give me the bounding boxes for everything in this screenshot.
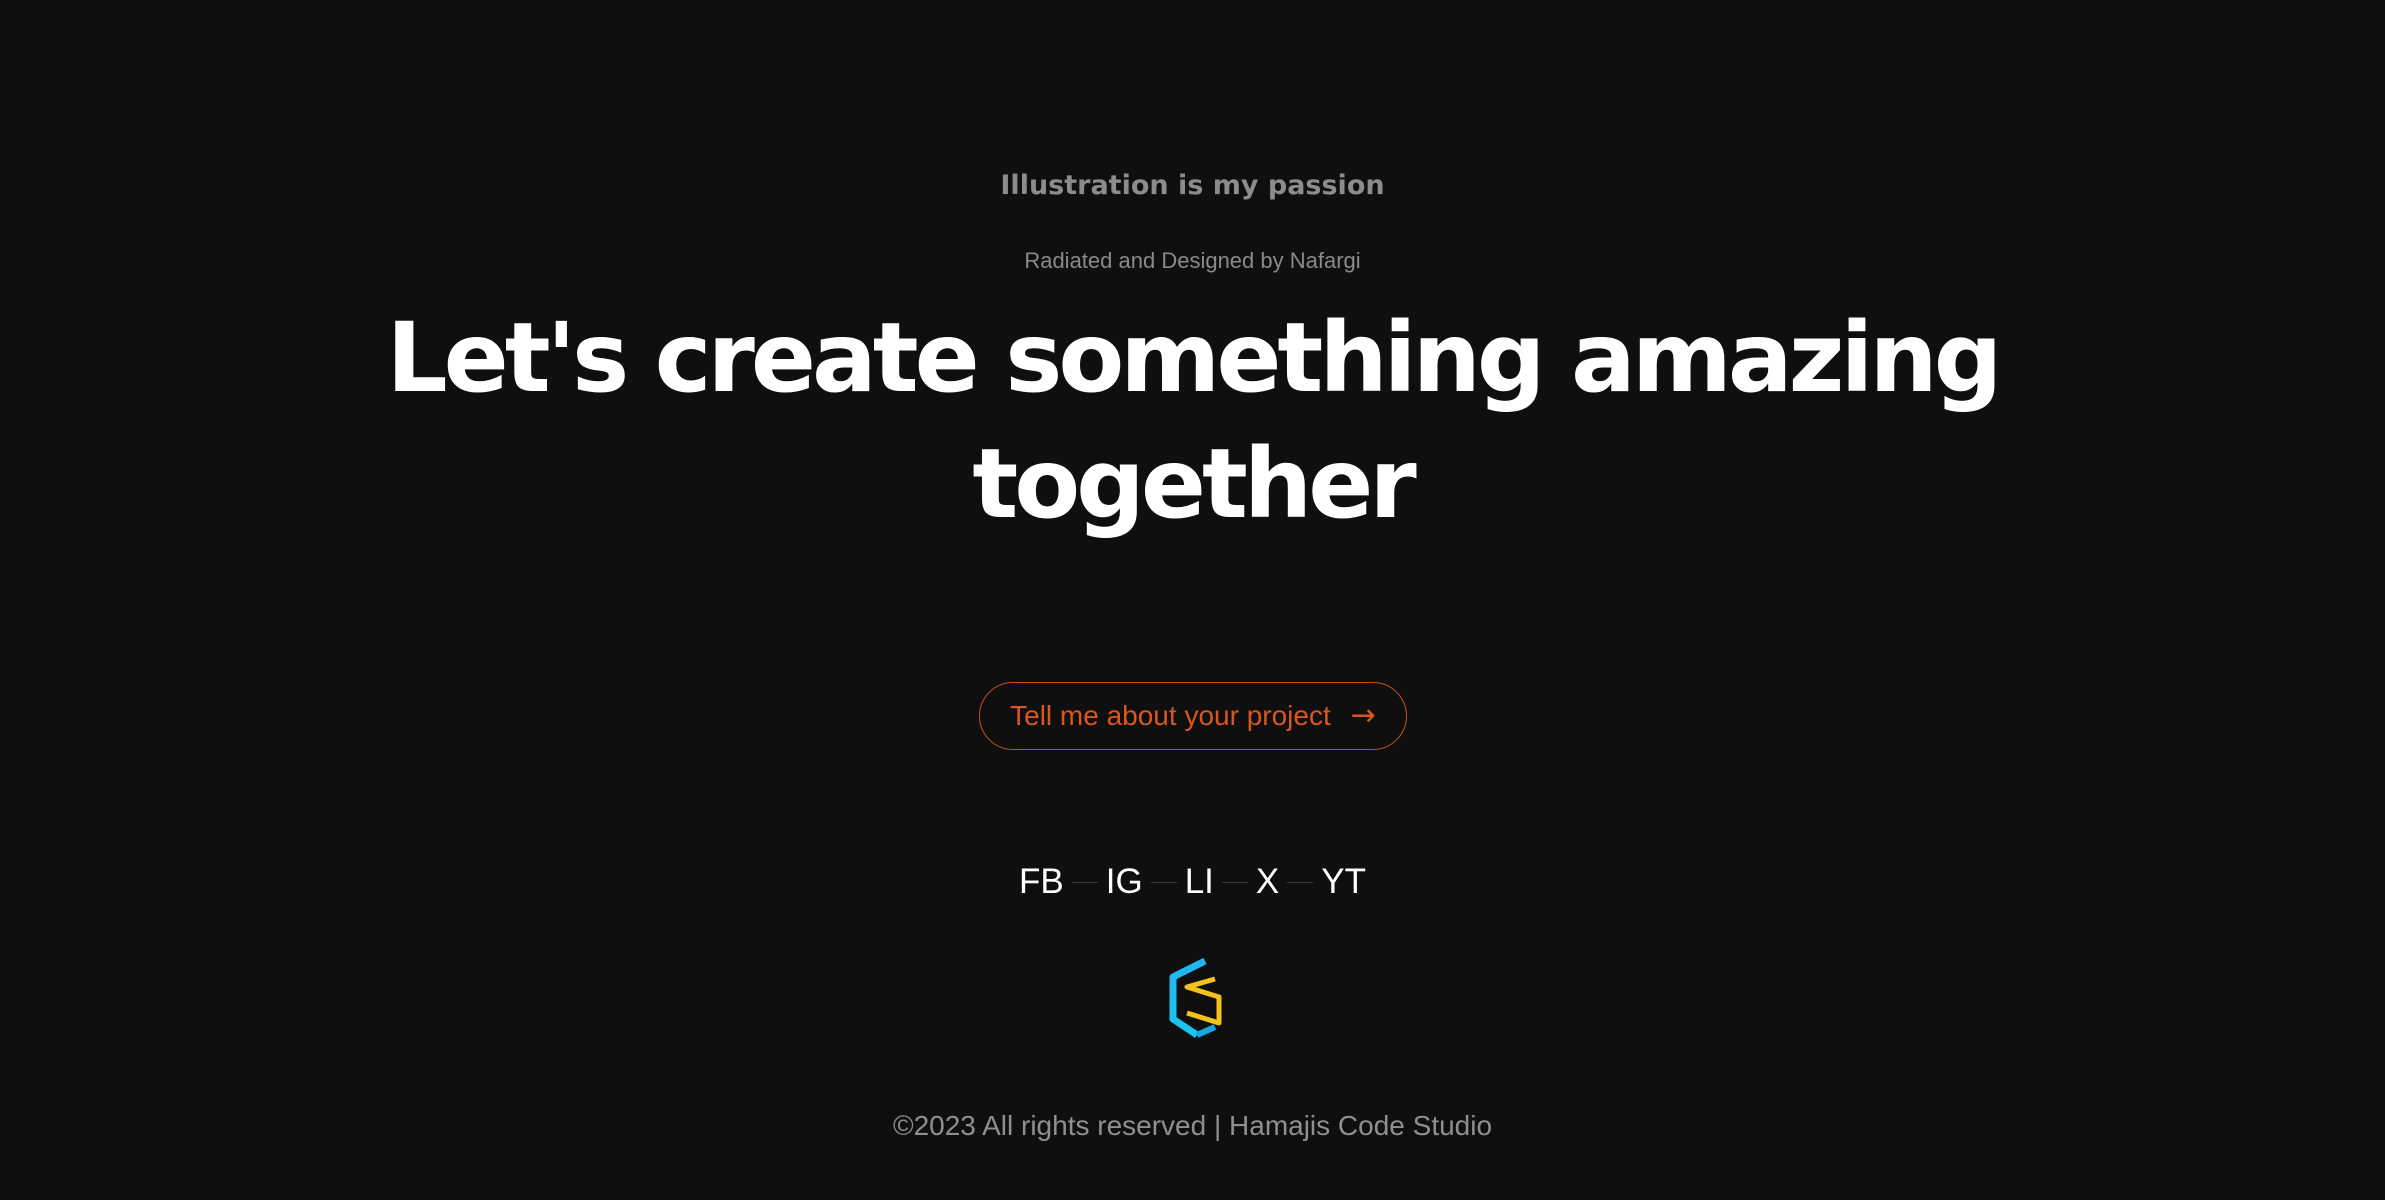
social-link-yt[interactable]: YT xyxy=(1321,860,1366,904)
arrow-right-icon: → xyxy=(1350,698,1376,733)
project-contact-button[interactable]: Tell me about your project → xyxy=(979,682,1407,750)
headline-line-1: Let's create something amazing xyxy=(386,302,2003,414)
social-link-x[interactable]: X xyxy=(1256,860,1279,904)
social-link-ig[interactable]: IG xyxy=(1106,860,1143,904)
headline: Let's create something amazing together xyxy=(0,295,2385,547)
headline-line-2: together xyxy=(972,428,1416,540)
social-links: FB IG LI X YT xyxy=(0,860,2385,904)
page: Illustration is my passion Radiated and … xyxy=(0,0,2385,1200)
social-link-fb[interactable]: FB xyxy=(1019,860,1064,904)
project-contact-label: Tell me about your project xyxy=(1010,700,1331,731)
social-divider xyxy=(1150,881,1177,883)
social-divider xyxy=(1221,881,1248,883)
social-divider xyxy=(1287,881,1314,883)
social-link-li[interactable]: LI xyxy=(1185,860,1214,904)
tagline: Illustration is my passion xyxy=(1000,170,1385,201)
social-divider xyxy=(1071,881,1098,883)
hcs-logo-icon xyxy=(1160,957,1222,1038)
footer-copyright: ©2023 All rights reserved | Hamajis Code… xyxy=(892,1110,1493,1141)
credit-text: Radiated and Designed by Nafargi xyxy=(1024,248,1361,273)
